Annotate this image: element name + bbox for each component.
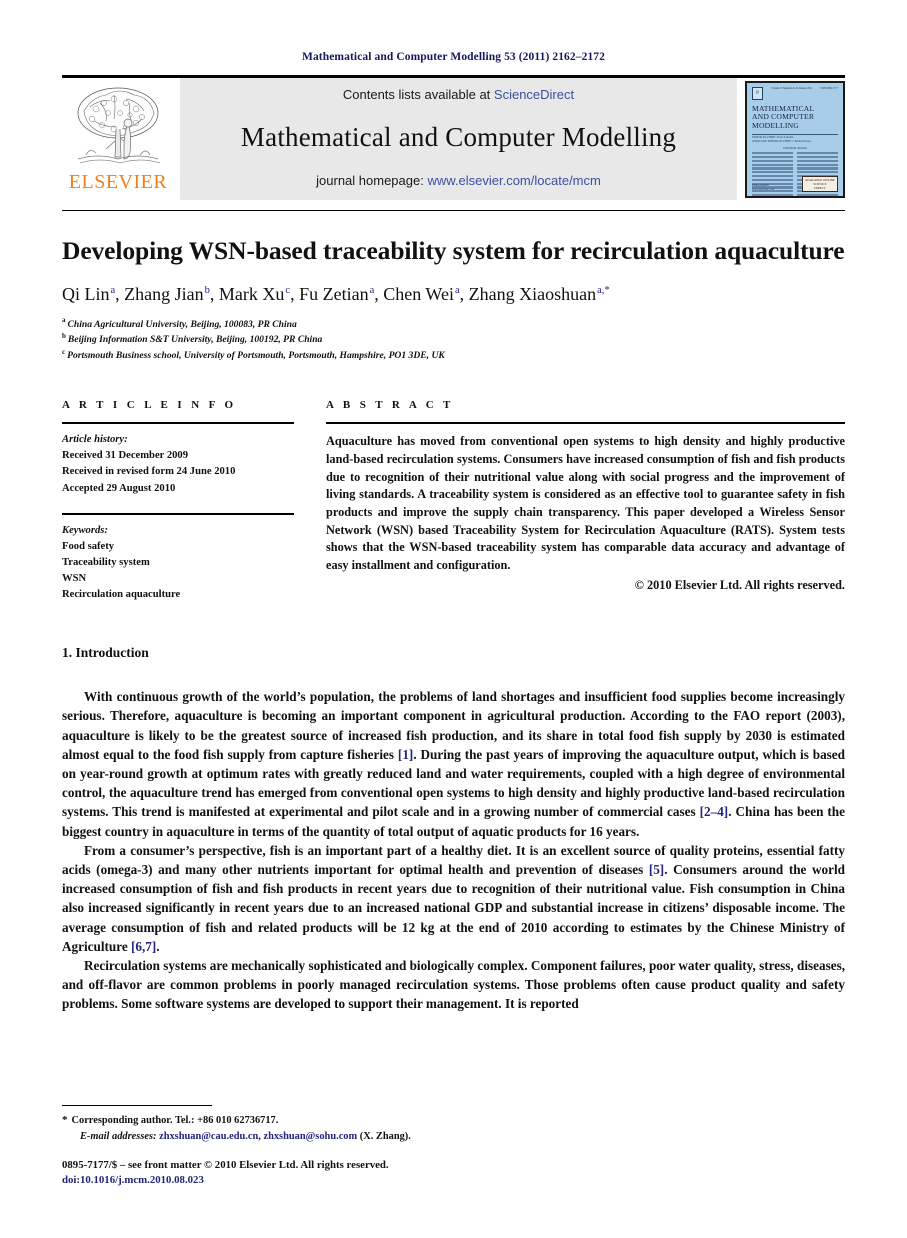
article-history-item: Accepted 29 August 2010 bbox=[62, 482, 176, 494]
journal-masthead: ELSEVIER Contents lists available at Sci… bbox=[62, 75, 845, 200]
body-paragraph: From a consumer’s perspective, fish is a… bbox=[62, 842, 845, 954]
page-title: Developing WSN-based traceability system… bbox=[62, 236, 845, 265]
email-note: E-mail addresses: zhxshuan@cau.edu.cn, z… bbox=[62, 1129, 845, 1145]
body-paragraphs: With continuous growth of the world’s po… bbox=[62, 687, 845, 1013]
info-abstract-row: A R T I C L E I N F O Article history: R… bbox=[62, 399, 845, 603]
corresponding-author-star: * bbox=[62, 1114, 68, 1127]
keyword-item: WSN bbox=[62, 572, 87, 584]
affiliation-item: a China Agricultural University, Beijing,… bbox=[62, 316, 297, 330]
page-footnotes: * Corresponding author. Tel.: +86 010 627… bbox=[62, 1105, 845, 1186]
article-page: Mathematical and Computer Modelling 53 (… bbox=[0, 0, 907, 1238]
author-affiliation-marker: a,* bbox=[597, 285, 610, 297]
author-affiliation-marker: a bbox=[369, 285, 375, 297]
keywords-items: Food safety Traceability system WSN Recircu… bbox=[62, 539, 294, 603]
cover-publisher: PERGAMON www.elsevier.com bbox=[752, 183, 775, 192]
article-info-heading: A R T I C L E I N F O bbox=[62, 399, 237, 412]
abstract-heading: A B S T R A C T bbox=[326, 399, 454, 412]
abstract-rule bbox=[326, 422, 845, 425]
email-suffix: (X. Zhang). bbox=[357, 1130, 411, 1142]
cover-top-row: P Volume 53 Numbers 9-10 January 2011 IS… bbox=[752, 86, 838, 100]
cover-badge-line1: AVAILABLE ONLINE bbox=[804, 177, 835, 182]
keywords-block: Keywords: Food safety Traceability system… bbox=[62, 523, 294, 603]
abstract-text: Aquaculture has moved from conventional … bbox=[326, 434, 845, 573]
article-history-items: Received 31 December 2009 Received in rev… bbox=[62, 448, 294, 496]
author-name: Fu Zetian bbox=[299, 284, 369, 305]
abstract-column: A B S T R A C T Aquaculture has moved fr… bbox=[326, 399, 845, 593]
author-name: Zhang Xiaoshuan bbox=[468, 284, 597, 305]
cover-publisher-url: www.elsevier.com bbox=[752, 186, 775, 191]
keyword-item: Recirculation aquaculture bbox=[62, 589, 181, 600]
affiliation-marker: a bbox=[62, 316, 66, 325]
affiliation-marker: c bbox=[62, 347, 66, 356]
keyword-item: Food safety bbox=[62, 540, 115, 552]
cover-board-label: EDITORIAL BOARD bbox=[783, 146, 807, 150]
email-link-primary[interactable]: zhxshuan@cau.edu.cn bbox=[159, 1131, 258, 1142]
cover-sciencedirect-badge: AVAILABLE ONLINE SCIENCE DIRECT bbox=[801, 175, 838, 192]
article-history-item: Received 31 December 2009 bbox=[62, 450, 189, 462]
corresponding-author-note: * Corresponding author. Tel.: +86 010 627… bbox=[62, 1112, 845, 1129]
author-list: Qi Lina, Zhang Jianb, Mark Xuc, Fu Zetia… bbox=[62, 284, 610, 305]
email-link-secondary[interactable]: zhxshuan@sohu.com bbox=[263, 1131, 357, 1142]
citation-link[interactable]: [5] bbox=[649, 862, 664, 877]
keywords-label: Keywords: bbox=[62, 524, 108, 536]
citation-link[interactable]: [6,7] bbox=[131, 939, 156, 954]
citation-link[interactable]: [1] bbox=[398, 747, 413, 762]
journal-title: Mathematical and Computer Modelling bbox=[240, 122, 677, 152]
sciencedirect-link[interactable]: ScienceDirect bbox=[494, 87, 574, 102]
affiliation-list: a China Agricultural University, Beijing,… bbox=[62, 317, 845, 364]
corresponding-author-text: Corresponding author. Tel.: +86 010 6273… bbox=[71, 1115, 279, 1127]
email-label: E-mail addresses: bbox=[80, 1130, 157, 1142]
cover-volume-line: Volume 53 Numbers 9-10 January 2011 bbox=[771, 86, 813, 90]
contents-line: Contents lists available at ScienceDirec… bbox=[343, 87, 574, 102]
running-head: Mathematical and Computer Modelling 53 (… bbox=[302, 51, 605, 63]
author-name: Qi Lin bbox=[62, 284, 110, 305]
article-history-item: Received in revised form 24 June 2010 bbox=[62, 466, 236, 478]
section-heading-introduction: 1. Introduction bbox=[62, 645, 149, 661]
homepage-link[interactable]: www.elsevier.com/locate/mcm bbox=[427, 173, 600, 188]
article-history: Article history: Received 31 December 20… bbox=[62, 432, 294, 496]
cover-publisher-icon: P bbox=[752, 86, 763, 100]
issn-line: 0895-7177/$ – see front matter © 2010 El… bbox=[62, 1159, 389, 1172]
article-info-column: A R T I C L E I N F O Article history: R… bbox=[62, 399, 294, 603]
elsevier-logo: ELSEVIER bbox=[62, 78, 174, 200]
sciencedirect-banner: Contents lists available at ScienceDirec… bbox=[180, 78, 737, 200]
body-paragraph: With continuous growth of the world’s po… bbox=[62, 689, 845, 839]
author-affiliation-marker: b bbox=[204, 285, 210, 297]
article-history-label: Article history: bbox=[62, 434, 128, 446]
citation-link[interactable]: [2–4] bbox=[700, 804, 729, 819]
homepage-prefix: journal homepage: bbox=[316, 173, 428, 188]
cover-editors: EDITOR-IN-CHIEF: Ervin Y. Rodin ASSOCIAT… bbox=[752, 133, 838, 144]
affiliation-item: b Beijing Information S&T University, Bei… bbox=[62, 332, 323, 346]
cover-issn: ISSN 0895-7177 bbox=[820, 86, 838, 90]
cover-editor-line2: ASSOCIATE EDITOR-IN-CHIEF: J. Bernard Ke… bbox=[752, 140, 811, 144]
cover-bottom-row: PERGAMON www.elsevier.com AVAILABLE ONLI… bbox=[752, 175, 838, 192]
author-name: Mark Xu bbox=[218, 284, 285, 305]
article-info-rule bbox=[62, 422, 294, 425]
cover-title: MATHEMATICAL AND COMPUTER MODELLING bbox=[752, 104, 838, 131]
elsevier-tree-icon bbox=[77, 87, 161, 164]
homepage-line: journal homepage: www.elsevier.com/locat… bbox=[316, 173, 601, 188]
keywords-rule bbox=[62, 512, 294, 515]
affiliation-marker: b bbox=[62, 332, 66, 340]
author-affiliation-marker: a bbox=[454, 285, 460, 297]
cover-badge-line3: DIRECT bbox=[814, 185, 826, 190]
footnote-rule bbox=[62, 1105, 212, 1107]
abstract-copyright: © 2010 Elsevier Ltd. All rights reserved… bbox=[634, 577, 845, 592]
body-paragraph: Recirculation systems are mechanically s… bbox=[62, 957, 845, 1012]
author-affiliation-marker: c bbox=[285, 285, 291, 297]
doi-link[interactable]: doi:10.1016/j.mcm.2010.08.023 bbox=[62, 1174, 845, 1186]
journal-cover-thumbnail: P Volume 53 Numbers 9-10 January 2011 IS… bbox=[745, 80, 845, 198]
contents-prefix: Contents lists available at bbox=[342, 87, 494, 102]
masthead-bottom-rule bbox=[62, 210, 845, 211]
affiliation-item: c Portsmouth Business school, University … bbox=[62, 347, 445, 361]
author-affiliation-marker: a bbox=[110, 285, 116, 297]
elsevier-wordmark: ELSEVIER bbox=[68, 171, 168, 193]
issn-block: 0895-7177/$ – see front matter © 2010 El… bbox=[62, 1158, 845, 1186]
author-name: Chen Wei bbox=[383, 284, 454, 305]
keyword-item: Traceability system bbox=[62, 556, 150, 568]
author-name: Zhang Jian bbox=[124, 284, 204, 305]
cover-title-line3: MODELLING bbox=[752, 121, 799, 131]
